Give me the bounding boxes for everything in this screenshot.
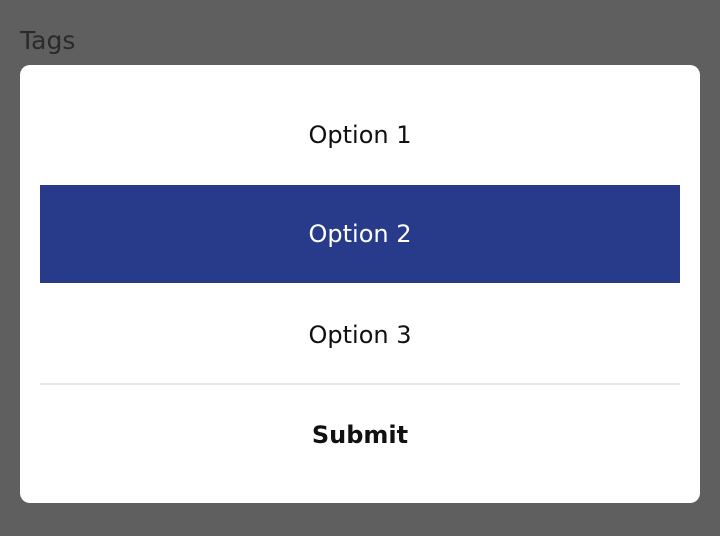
tags-field-label: Tags — [20, 26, 76, 55]
option-2-selected[interactable]: Option 2 — [40, 185, 680, 283]
tag-selection-dialog: Option 1 Option 2 Option 3 Submit — [20, 65, 700, 503]
option-3[interactable]: Option 3 — [40, 286, 680, 384]
submit-button[interactable]: Submit — [40, 386, 680, 484]
option-1[interactable]: Option 1 — [40, 86, 680, 184]
dialog-divider — [40, 383, 680, 385]
